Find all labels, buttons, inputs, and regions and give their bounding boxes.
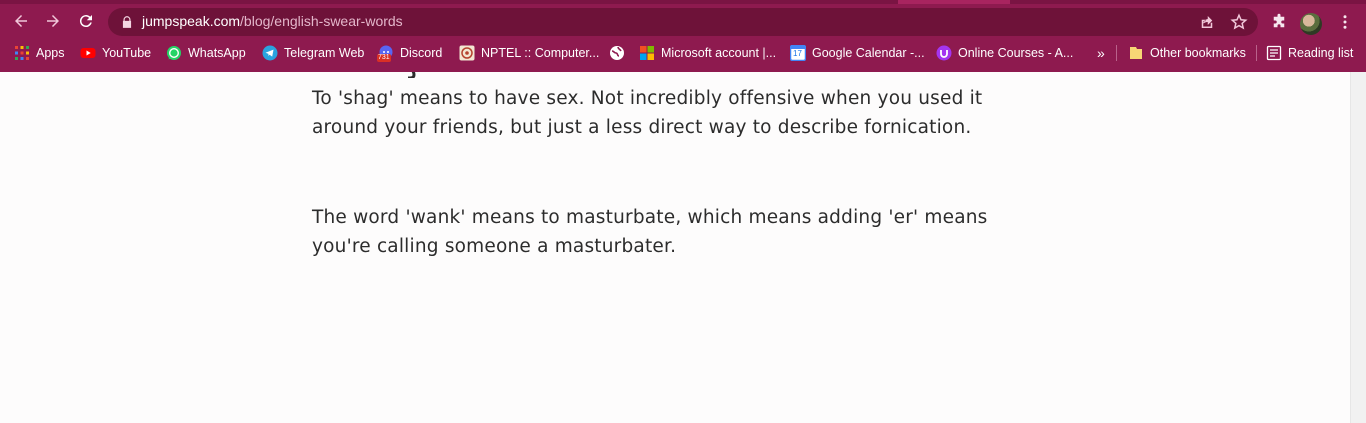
bookmark-microsoft[interactable]: Microsoft account |...: [639, 43, 776, 63]
share-icon[interactable]: [1198, 13, 1216, 31]
calendar-icon: 17: [789, 44, 807, 62]
back-arrow-icon: [15, 15, 27, 27]
microsoft-icon: [640, 46, 654, 60]
profile-avatar[interactable]: [1300, 13, 1322, 35]
bookmark-youtube[interactable]: YouTube: [80, 43, 151, 63]
vertical-scrollbar[interactable]: [1350, 72, 1366, 423]
telegram-icon: [262, 45, 278, 61]
back-button[interactable]: [8, 8, 34, 34]
forward-arrow-icon: [47, 15, 59, 27]
bookmarks-divider: [1116, 45, 1117, 61]
lock-icon[interactable]: [120, 15, 134, 29]
bookmark-label: Google Calendar -...: [812, 46, 925, 60]
url-host: jumpspeak.com: [142, 13, 241, 29]
url-text[interactable]: jumpspeak.com/blog/english-swear-words: [142, 13, 403, 29]
browser-frame: jumpspeak.com/blog/english-swear-words A…: [0, 0, 1366, 72]
bookmark-label: Microsoft account |...: [661, 46, 777, 60]
bookmark-nptel[interactable]: NPTEL :: Computer...: [459, 43, 599, 63]
bookmark-label: Discord: [400, 46, 443, 60]
bookmark-online-courses[interactable]: Online Courses - A...: [936, 43, 1073, 63]
bookmark-whatsapp[interactable]: WhatsApp: [166, 43, 246, 63]
paragraph-line: To 'shag' means to have sex. Not incredi…: [312, 88, 983, 109]
cut-off-heading-fragment: [407, 72, 416, 78]
bookmarks-overflow-button[interactable]: »: [1097, 43, 1105, 63]
apps-grid-icon: [15, 46, 29, 60]
bookmark-apps[interactable]: Apps: [14, 43, 65, 63]
reload-button[interactable]: [73, 8, 99, 34]
bookmark-google-calendar[interactable]: 17 Google Calendar -...: [789, 43, 925, 63]
reading-list-icon: [1266, 45, 1282, 61]
bookmark-label: NPTEL :: Computer...: [481, 46, 600, 60]
bookmark-label: Online Courses - A...: [958, 46, 1074, 60]
nptel-icon: [459, 45, 475, 61]
reload-icon: [79, 15, 92, 28]
browser-menu-button[interactable]: [1334, 11, 1356, 33]
bookmark-label: Telegram Web: [284, 46, 365, 60]
forward-button[interactable]: [40, 8, 66, 34]
calendar-day: 17: [793, 49, 802, 58]
paragraph-line: The word 'wank' means to masturbate, whi…: [312, 207, 988, 228]
extensions-button[interactable]: [1268, 11, 1290, 33]
other-bookmarks-label: Other bookmarks: [1150, 46, 1246, 60]
overflow-chevron-icon: »: [1097, 45, 1105, 61]
address-bar[interactable]: jumpspeak.com/blog/english-swear-words: [108, 8, 1258, 36]
url-path: /blog/english-swear-words: [240, 13, 403, 29]
globe-icon: [610, 46, 624, 60]
bookmark-telegram[interactable]: Telegram Web: [262, 43, 364, 63]
bookmark-discord[interactable]: 731 Discord: [377, 43, 443, 63]
browser-toolbar: jumpspeak.com/blog/english-swear-words: [0, 4, 1366, 38]
notification-badge: 731: [377, 54, 391, 62]
reading-list-button[interactable]: Reading list: [1266, 43, 1353, 63]
paragraph-line: you're calling someone a masturbater.: [312, 236, 677, 257]
bookmarks-bar: Apps YouTube WhatsApp Telegram Web 731 D…: [0, 39, 1366, 67]
discord-icon: 731: [377, 45, 394, 62]
paragraph-line: around your friends, but just a less dir…: [312, 117, 972, 138]
kebab-menu-icon: [1343, 15, 1347, 29]
bookmark-label: WhatsApp: [188, 46, 246, 60]
folder-icon: [1130, 47, 1142, 59]
puzzle-icon: [1273, 13, 1285, 28]
youtube-icon: [80, 48, 96, 58]
article-paragraph: The word 'wank' means to masturbate, whi…: [312, 203, 1032, 261]
article-paragraph: To 'shag' means to have sex. Not incredi…: [312, 84, 1032, 142]
reading-list-label: Reading list: [1288, 46, 1354, 60]
page-content: To 'shag' means to have sex. Not incredi…: [0, 72, 1350, 423]
star-icon[interactable]: [1230, 13, 1248, 31]
bookmark-label: YouTube: [102, 46, 152, 60]
other-bookmarks-button[interactable]: Other bookmarks: [1128, 43, 1246, 63]
bookmark-label: Apps: [36, 46, 65, 60]
whatsapp-icon: [167, 46, 181, 60]
online-courses-icon: [936, 45, 952, 61]
bookmark-globe[interactable]: [609, 43, 631, 63]
bookmarks-divider: [1256, 45, 1257, 61]
